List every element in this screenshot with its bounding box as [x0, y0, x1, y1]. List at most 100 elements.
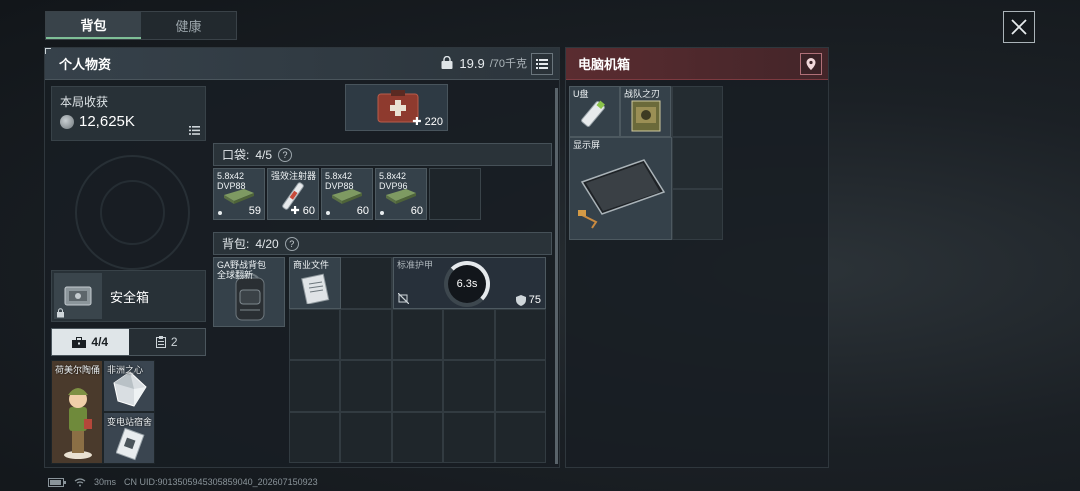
pocket-slot-3[interactable]: 5.8x42 DVP88 60 — [321, 168, 373, 220]
backpack-cell[interactable] — [340, 308, 392, 360]
backpack-count: 4/20 — [255, 236, 279, 251]
safebox-item-heart-of-africa[interactable]: 非洲之心 — [103, 360, 155, 412]
item-name: GA野战背包 全球翻新 — [217, 260, 267, 280]
inventory-scrollbar-thumb[interactable] — [555, 88, 558, 464]
backpack-item-standard-armor[interactable]: 标准护甲 6.3s 75 — [393, 257, 546, 309]
ping-value: 30ms — [94, 477, 117, 487]
backpack-cell[interactable] — [289, 360, 341, 412]
backpack-section-header: 背包: 4/20 ? — [213, 232, 552, 255]
backpack-cell[interactable] — [391, 411, 444, 463]
pocket-label: 口袋: — [222, 148, 250, 162]
backpack-cell[interactable] — [391, 308, 444, 360]
subtab-items-label: 4/4 — [91, 335, 109, 349]
pocket-slot-2[interactable]: 强效注射器 ✚ 60 — [267, 168, 319, 220]
clipboard-icon — [155, 336, 166, 348]
wifi-icon — [74, 477, 86, 486]
list-icon — [189, 126, 200, 135]
backpack-cell[interactable] — [494, 360, 546, 412]
no-repair-icon — [398, 293, 409, 304]
battery-icon — [48, 477, 66, 487]
top-tabs: 背包 健康 — [45, 11, 237, 40]
backpack-cell[interactable] — [340, 257, 392, 309]
item-name: U盘 — [573, 89, 589, 99]
item-name: 战队之刃 — [624, 89, 661, 99]
weight-icon — [441, 56, 453, 69]
item-name: 5.8x42 DVP88 — [217, 171, 246, 191]
pocket-slot-1[interactable]: 5.8x42 DVP88 59 — [213, 168, 265, 220]
pocket-section-header: 口袋: 4/5 ? — [213, 143, 552, 166]
container-item-monitor[interactable]: 显示屏 — [569, 137, 672, 240]
tab-backpack[interactable]: 背包 — [46, 12, 141, 39]
pocket-slots: 5.8x42 DVP88 59 强效注射器 ✚ 60 5.8x42 DVP88 60… — [213, 168, 481, 220]
equipped-backpack[interactable]: GA野战背包 全球翻新 — [213, 257, 285, 327]
backpack-cell[interactable] — [443, 308, 495, 360]
safebox-item-figurine[interactable]: 荷美尔陶俑 — [51, 360, 103, 464]
tab-health[interactable]: 健康 — [141, 12, 236, 39]
item-name: 强效注射器 — [271, 171, 317, 181]
location-pin-button[interactable] — [800, 53, 822, 75]
coin-icon — [60, 114, 74, 129]
backpack-cell[interactable] — [391, 360, 444, 412]
medkit-item[interactable]: ✚ 220 — [345, 84, 448, 131]
weight-indicator: 19.9 /70千克 — [440, 55, 527, 71]
weight-current: 19.9 — [459, 55, 485, 71]
weight-max: /70千克 — [489, 58, 527, 70]
item-count: ✚ 60 — [290, 205, 315, 217]
safebox-subtabs: 4/4 2 — [51, 328, 206, 356]
container-cell[interactable] — [671, 188, 723, 240]
backpack-cell[interactable] — [340, 360, 392, 412]
lock-icon — [57, 308, 64, 318]
toolbox-icon — [72, 336, 87, 348]
personal-supplies-header: 个人物资 19.9 /70千克 — [45, 48, 559, 80]
document-icon — [301, 273, 330, 304]
container-cell[interactable] — [671, 86, 723, 138]
help-icon[interactable]: ? — [278, 147, 293, 162]
status-bar: 30ms CN UID:9013505945305859040_20260715… — [48, 477, 318, 487]
ammo-indicator-dot — [326, 211, 330, 215]
earnings-label: 本局收获 — [60, 95, 109, 109]
list-icon — [536, 59, 548, 69]
safe-box-slot[interactable]: 安全箱 — [51, 270, 206, 322]
backpack-label: 背包: — [222, 237, 250, 251]
container-item-usb[interactable]: U盘 — [569, 86, 620, 137]
ammo-indicator-dot — [380, 211, 384, 215]
round-earnings-card[interactable]: 本局收获 12,625K — [51, 86, 206, 141]
pocket-slot-5-empty[interactable] — [429, 168, 481, 220]
close-button[interactable] — [1003, 11, 1035, 43]
backpack-cell[interactable] — [443, 411, 495, 463]
subtab-notes[interactable]: 2 — [128, 329, 205, 355]
panel-title: 个人物资 — [59, 57, 112, 72]
item-name: 商业文件 — [293, 260, 330, 270]
backpack-cell[interactable] — [340, 411, 392, 463]
figurine-icon — [64, 388, 92, 459]
help-icon[interactable]: ? — [284, 236, 299, 251]
armor-durability: 75 — [515, 294, 541, 306]
pc-case-header: 电脑机箱 — [566, 48, 828, 80]
backpack-cell[interactable] — [289, 411, 341, 463]
item-name: 标准护甲 — [397, 260, 434, 270]
subtab-items[interactable]: 4/4 — [52, 329, 129, 355]
ammo-indicator-dot — [218, 211, 222, 215]
backpack-icon — [235, 273, 265, 321]
pocket-slot-4[interactable]: 5.8x42 DVP96 60 — [375, 168, 427, 220]
backpack-cell[interactable] — [443, 360, 495, 412]
container-item-team-blade[interactable]: 战队之刃 — [620, 86, 671, 137]
item-count: 60 — [356, 205, 369, 217]
usb-drive-icon — [581, 100, 605, 127]
sort-list-button[interactable] — [531, 53, 553, 75]
safe-box-label: 安全箱 — [110, 290, 150, 305]
backpack-cell[interactable] — [289, 308, 341, 360]
search-timer: 6.3s — [444, 261, 490, 307]
container-cell[interactable] — [671, 137, 723, 189]
item-count: 59 — [248, 205, 261, 217]
monitor-screen-icon — [578, 159, 666, 229]
pocket-count: 4/5 — [255, 147, 273, 162]
earnings-value: 12,625K — [79, 113, 135, 130]
item-name: 变电站宿舍 — [107, 417, 153, 427]
backpack-cell[interactable] — [494, 411, 546, 463]
backpack-cell[interactable] — [494, 308, 546, 360]
safebox-item-substation-key[interactable]: 变电站宿舍 — [103, 412, 155, 464]
backpack-item-business-docs[interactable]: 商业文件 — [289, 257, 341, 309]
item-name: 荷美尔陶俑 — [55, 365, 101, 375]
medkit-count: ✚ 220 — [412, 116, 443, 128]
